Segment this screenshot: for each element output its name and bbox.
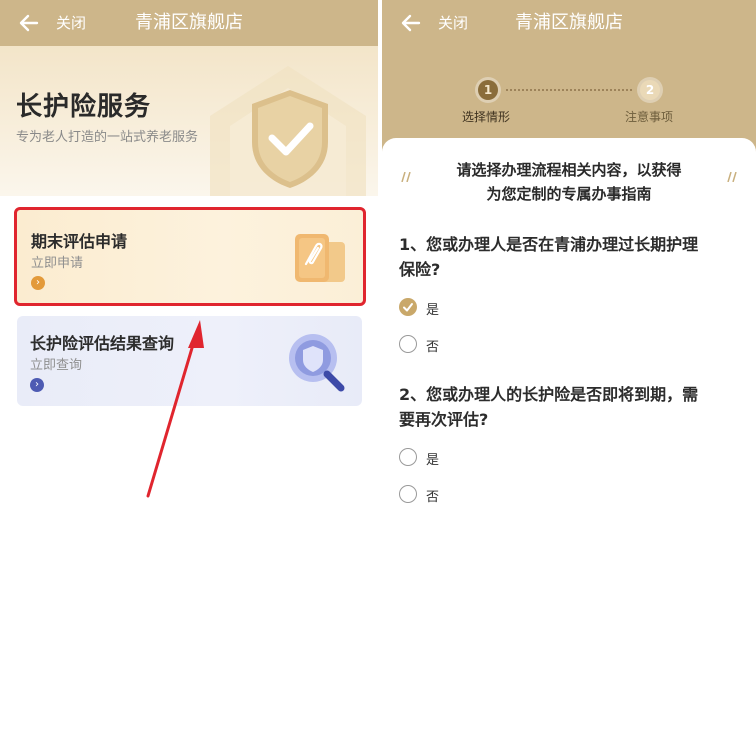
hero-title: 长护险服务	[16, 92, 152, 122]
hero-banner: 长护险服务 专为老人打造的一站式养老服务	[0, 46, 378, 196]
top-bar: 关闭 青浦区旗舰店	[0, 0, 378, 46]
annotation-pointer-arrow	[146, 320, 204, 498]
radio-unchecked-icon[interactable]	[399, 335, 417, 353]
page-title: 青浦区旗舰店	[135, 12, 243, 33]
hero-subtitle: 专为老人打造的一站式养老服务	[16, 130, 199, 145]
intro-line-1: 请选择办理流程相关内容，以获得	[456, 161, 682, 179]
radio-unchecked-icon[interactable]	[399, 448, 417, 466]
chevron-right-icon: ›	[30, 378, 44, 392]
left-screen: 关闭 青浦区旗舰店 长护险服务 专为老人打造的一站式养老服务 期末评估申请 立即…	[0, 0, 378, 747]
step-2-label: 注意事项	[625, 110, 674, 124]
card-subtitle: 立即查询	[30, 358, 83, 373]
periodic-assessment-card[interactable]: 期末评估申请 立即申请 ›	[14, 207, 366, 306]
question-1-line-2: 保险?	[399, 260, 441, 279]
step-connector	[506, 89, 632, 91]
checkmark-icon	[403, 303, 413, 312]
document-clip-icon	[295, 234, 345, 282]
q1-option-yes[interactable]: 是	[399, 298, 519, 318]
page-title: 青浦区旗舰店	[515, 12, 623, 33]
top-bar: 关闭 青浦区旗舰店	[382, 0, 756, 46]
question-1-line-1: 1、您或办理人是否在青浦办理过长期护理	[399, 235, 699, 254]
option-label: 否	[426, 490, 440, 505]
intro-text: 请选择办理流程相关内容，以获得 为您定制的专属办事指南	[422, 158, 716, 206]
card-subtitle: 立即申请	[31, 256, 84, 271]
option-label: 是	[426, 453, 440, 468]
option-label: 否	[426, 340, 440, 355]
step-2-indicator: 2	[640, 80, 660, 100]
step-1-indicator: 1	[478, 80, 498, 100]
shield-magnifier-icon	[289, 334, 345, 392]
radio-unchecked-icon[interactable]	[399, 485, 417, 503]
quote-left-icon	[401, 172, 411, 182]
q1-option-no[interactable]: 否	[399, 335, 519, 355]
question-sheet: 请选择办理流程相关内容，以获得 为您定制的专属办事指南 1、您或办理人是否在青浦…	[382, 138, 756, 747]
step-1-label: 选择情形	[462, 110, 511, 124]
chevron-right-icon: ›	[31, 276, 45, 290]
question-2: 2、您或办理人的长护险是否即将到期，需 要再次评估?	[399, 382, 742, 432]
quote-right-icon	[727, 172, 737, 182]
question-1: 1、您或办理人是否在青浦办理过长期护理 保险?	[399, 232, 742, 282]
radio-checked-icon[interactable]	[399, 298, 417, 316]
shield-check-icon	[210, 66, 366, 196]
intro-line-2: 为您定制的专属办事指南	[486, 185, 652, 203]
question-2-line-2: 要再次评估?	[399, 410, 489, 429]
question-2-line-1: 2、您或办理人的长护险是否即将到期，需	[399, 385, 699, 404]
q2-option-yes[interactable]: 是	[399, 448, 519, 468]
right-screen: 关闭 青浦区旗舰店 1 2 选择情形 注意事项 请选择办理流程相关内容，以获得 …	[382, 0, 756, 747]
option-label: 是	[426, 303, 440, 318]
q2-option-no[interactable]: 否	[399, 485, 519, 505]
card-title: 期末评估申请	[31, 232, 128, 251]
